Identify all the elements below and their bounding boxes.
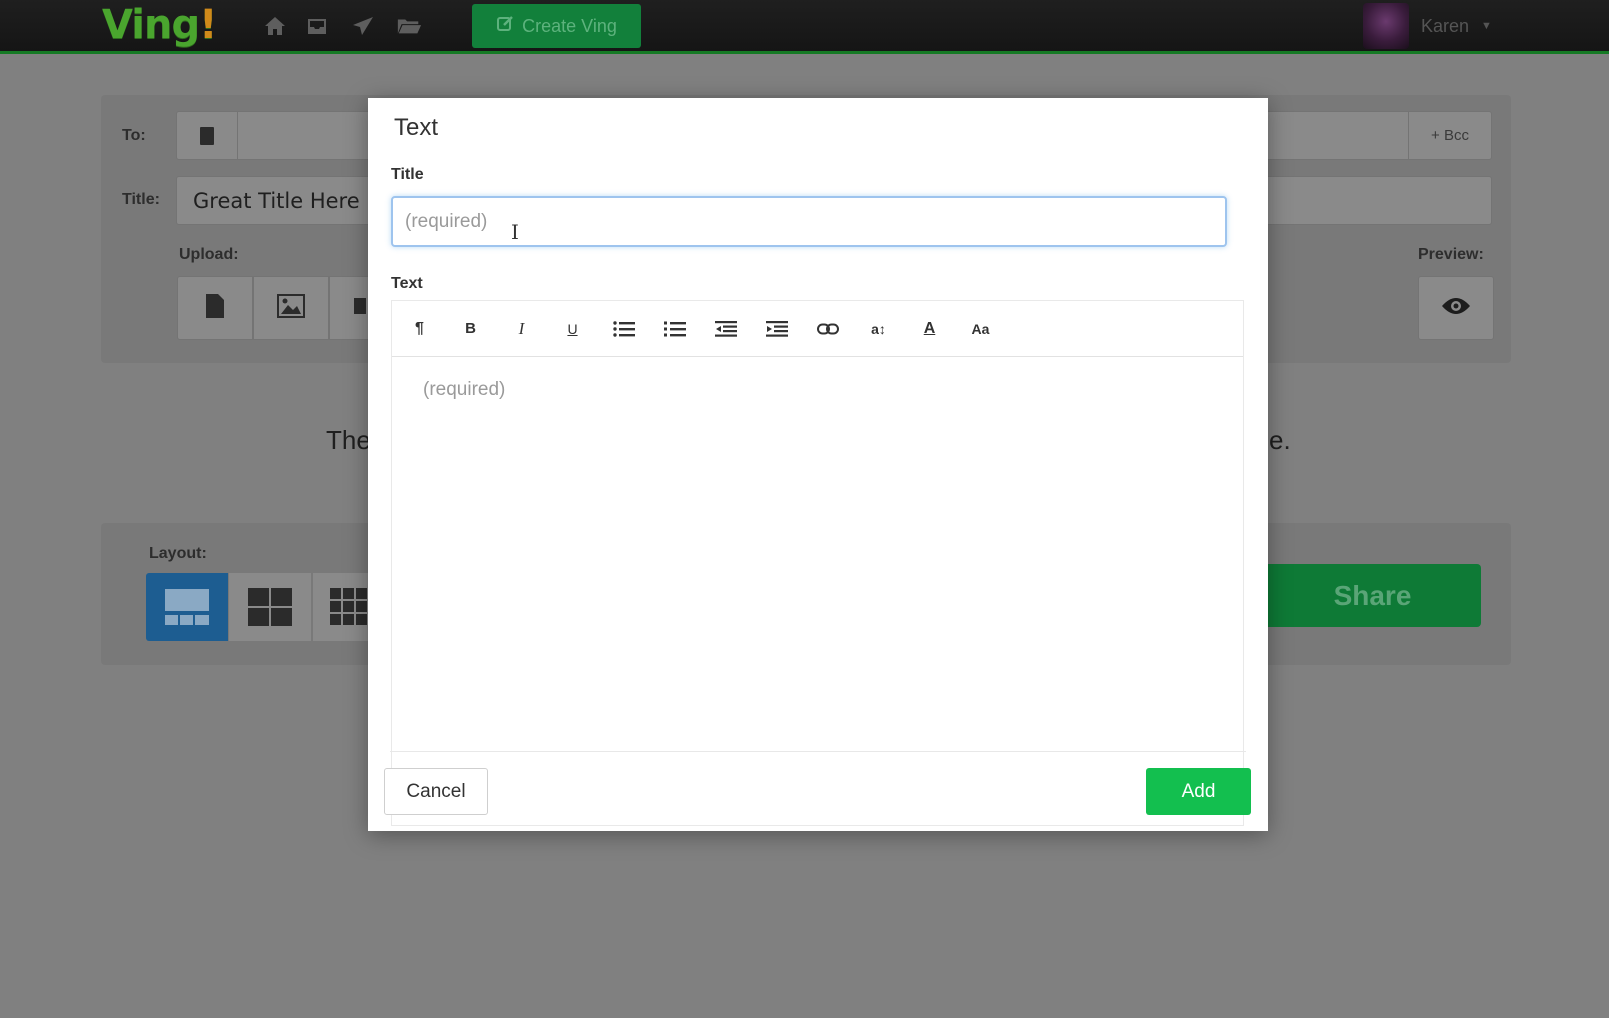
layout-single-option[interactable] [146, 573, 228, 641]
layout-3x3-icon [330, 588, 367, 625]
top-bar: Ving! Create Ving Karen ▼ [0, 0, 1609, 54]
logo-mark: ! [199, 2, 217, 48]
preview-label: Preview: [1418, 246, 1484, 263]
indent-button[interactable] [751, 309, 802, 349]
background-message-end: e. [1269, 425, 1291, 455]
font-size-button[interactable]: a↕ [853, 309, 904, 349]
preview-button[interactable] [1418, 276, 1494, 340]
title-label: Title: [122, 191, 160, 208]
title-value: Great Title Here [193, 188, 360, 213]
add-button[interactable]: Add [1146, 768, 1251, 815]
user-menu[interactable]: Karen ▼ [1363, 3, 1492, 49]
modal-footer-divider [390, 751, 1246, 752]
upload-image-button[interactable] [253, 276, 329, 340]
outdent-button[interactable] [700, 309, 751, 349]
to-label: To: [122, 127, 146, 144]
document-icon [205, 293, 225, 324]
send-icon[interactable] [350, 14, 376, 38]
upload-document-button[interactable] [177, 276, 253, 340]
underline-icon: U [567, 320, 578, 337]
address-book-icon[interactable] [177, 112, 238, 159]
layout-label: Layout: [149, 545, 207, 562]
create-ving-button[interactable]: Create Ving [472, 4, 641, 48]
underline-button[interactable]: U [547, 309, 598, 349]
unordered-list-button[interactable] [598, 309, 649, 349]
layout-2x2-option[interactable] [229, 573, 311, 641]
create-ving-label: Create Ving [522, 15, 617, 36]
italic-button[interactable]: I [496, 309, 547, 349]
video-icon [354, 296, 366, 321]
italic-icon: I [518, 318, 525, 338]
user-name: Karen [1421, 15, 1470, 36]
text-field-label: Text [391, 275, 423, 292]
text-cursor-icon: I [511, 220, 519, 244]
upload-video-button[interactable] [329, 276, 369, 340]
background-message-start: The [326, 425, 371, 455]
caret-down-icon: ▼ [1481, 20, 1492, 32]
unordered-list-icon [612, 320, 635, 337]
folder-icon[interactable] [396, 14, 422, 38]
home-icon[interactable] [262, 14, 288, 38]
link-icon [816, 323, 839, 334]
modal-title: Text [394, 114, 439, 141]
paragraph-icon: ¶ [415, 319, 424, 337]
bcc-button[interactable]: + Bcc [1408, 112, 1491, 159]
indent-icon [765, 320, 788, 337]
bold-button[interactable]: B [445, 309, 496, 349]
layout-3x3-option[interactable] [313, 573, 369, 641]
outdent-icon [714, 320, 737, 337]
link-button[interactable] [802, 309, 853, 349]
inbox-icon[interactable] [304, 14, 330, 38]
ordered-list-button[interactable] [649, 309, 700, 349]
upload-label: Upload: [179, 246, 239, 263]
layout-single-icon [165, 589, 209, 625]
title-field-label: Title [391, 166, 424, 183]
font-family-icon: Aa [971, 320, 990, 337]
editor-toolbar: ¶ B I U a↕ A Aa [392, 301, 1243, 357]
text-placeholder: (required) [423, 379, 506, 400]
avatar [1363, 3, 1409, 49]
ving-logo[interactable]: Ving! [102, 2, 217, 48]
font-color-button[interactable]: A [904, 309, 955, 349]
text-modal: Text Title I Text ¶ B I U [368, 98, 1268, 831]
edit-icon [496, 15, 514, 38]
font-family-button[interactable]: Aa [955, 309, 1006, 349]
bold-icon: B [465, 320, 476, 337]
cancel-button[interactable]: Cancel [384, 768, 488, 815]
paragraph-button[interactable]: ¶ [394, 309, 445, 349]
ordered-list-icon [663, 321, 686, 336]
font-size-icon: a↕ [871, 320, 886, 337]
image-icon [277, 293, 305, 323]
font-color-icon: A [923, 319, 936, 337]
eye-icon [1441, 296, 1471, 321]
text-editor-area[interactable]: (required) [392, 357, 1243, 727]
logo-text: Ving [102, 2, 200, 48]
layout-2x2-icon [248, 588, 292, 626]
rich-text-editor: ¶ B I U a↕ A Aa (required) [391, 300, 1244, 826]
share-button[interactable]: Share [1264, 564, 1481, 627]
